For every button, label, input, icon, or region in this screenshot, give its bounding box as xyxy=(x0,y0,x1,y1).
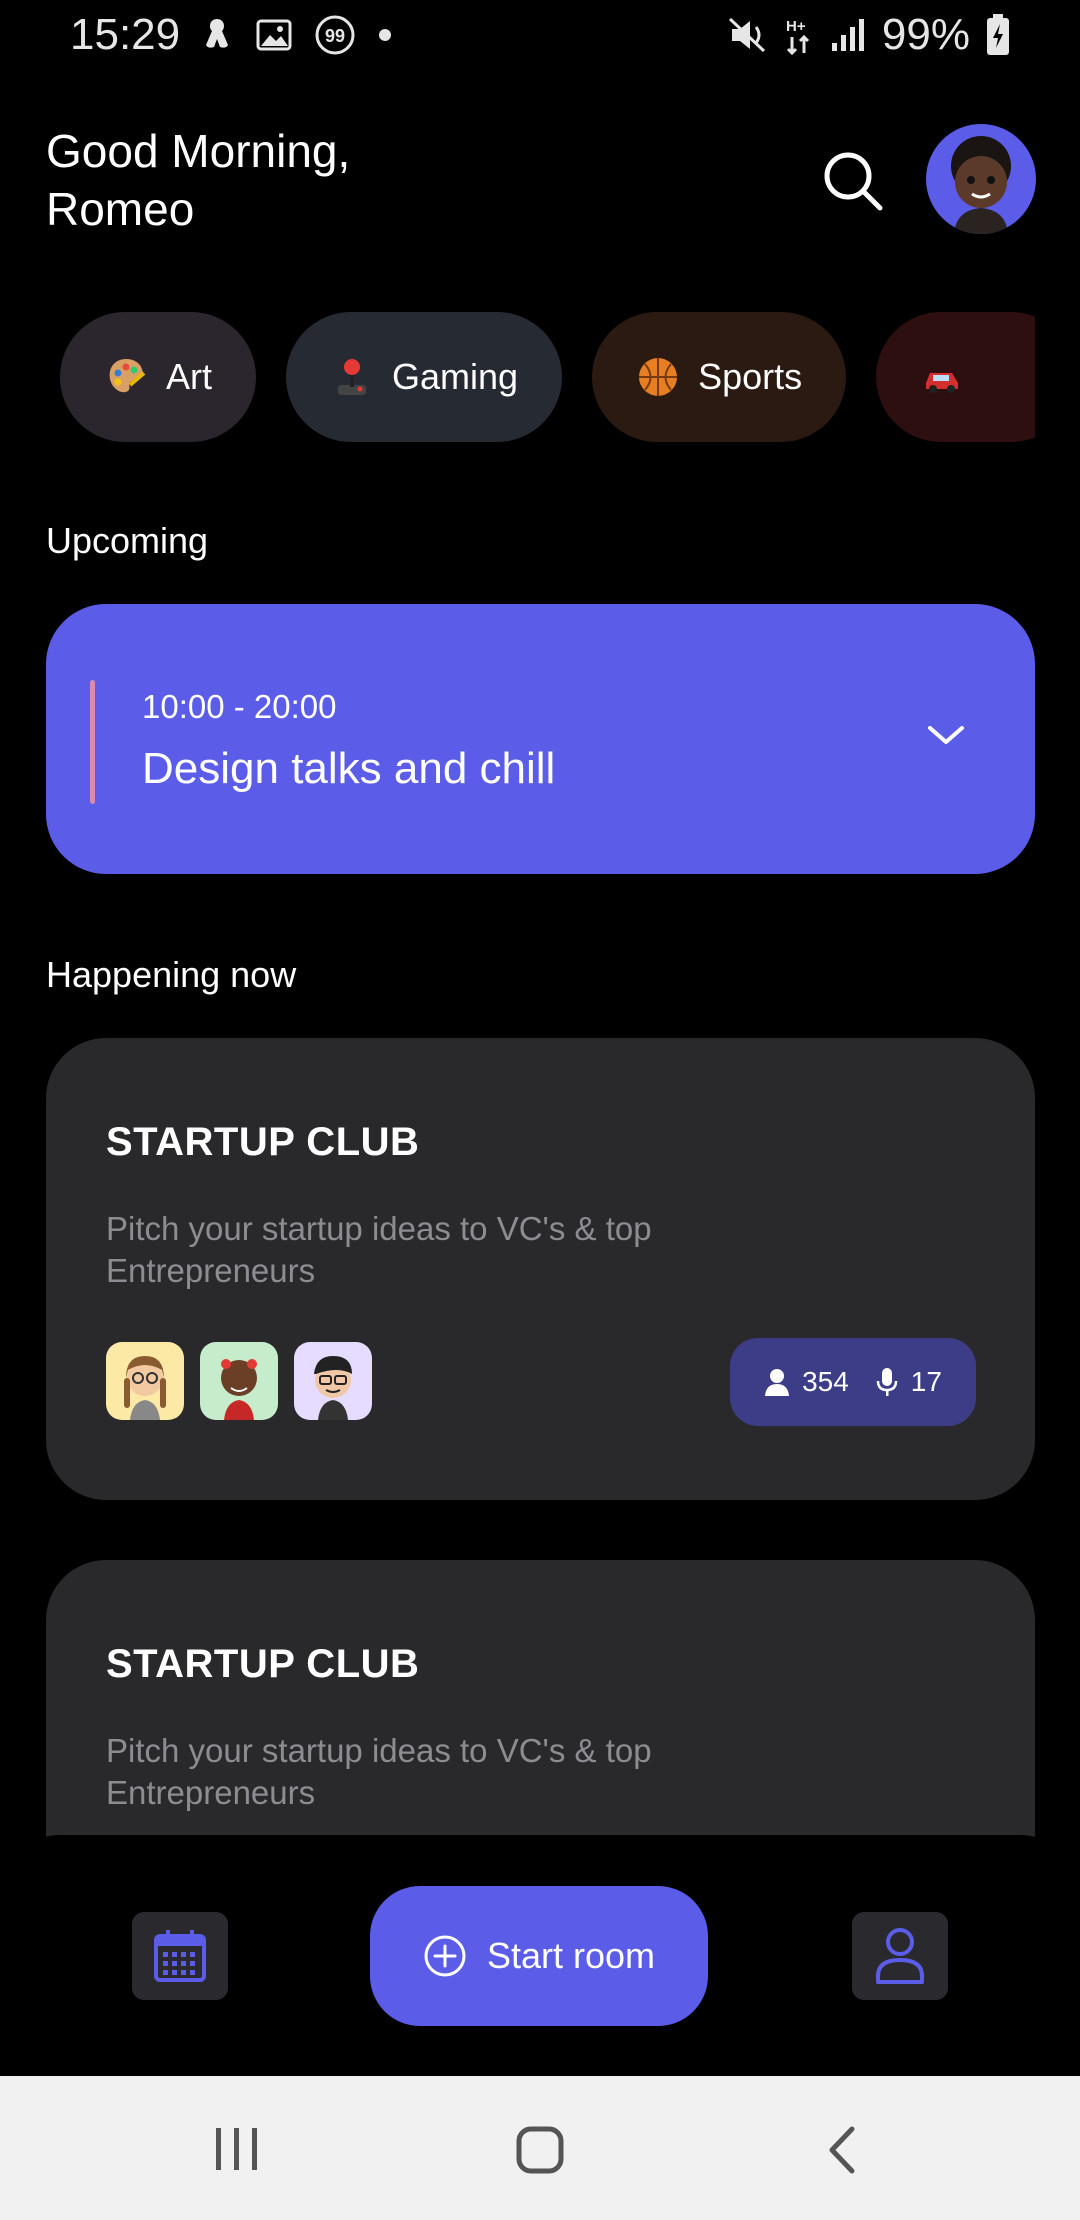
memoji-avatar-icon xyxy=(951,136,1011,234)
happening-now-title: Happening now xyxy=(46,954,297,995)
greeting: Good Morning, Romeo xyxy=(46,122,546,238)
greeting-name: Romeo xyxy=(46,183,195,235)
room-card[interactable]: STARTUP CLUB Pitch your startup ideas to… xyxy=(46,1038,1035,1500)
signal-icon xyxy=(831,19,864,51)
upcoming-title: Upcoming xyxy=(46,520,209,561)
category-label: Gaming xyxy=(392,356,519,397)
avatar[interactable] xyxy=(926,124,1036,234)
category-chip-art[interactable]: Art xyxy=(60,312,257,442)
room-title: STARTUP CLUB xyxy=(106,1642,420,1686)
room-participants xyxy=(106,1342,372,1420)
speaker-count: 17 xyxy=(910,1366,942,1397)
status-time: 15:29 xyxy=(70,10,181,59)
participant-avatar xyxy=(106,1342,184,1420)
start-room-label: Start room xyxy=(486,1935,656,1976)
battery-icon xyxy=(987,14,1009,55)
profile-button[interactable] xyxy=(852,1912,948,2000)
microphone-icon xyxy=(876,1368,898,1396)
profile-icon xyxy=(876,1928,924,1984)
back-icon[interactable] xyxy=(826,2126,856,2174)
battery-percent: 99% xyxy=(881,10,970,59)
calendar-button[interactable] xyxy=(132,1912,228,2000)
search-icon xyxy=(824,152,883,211)
category-label: Sports xyxy=(698,356,803,397)
svg-text:H+: H+ xyxy=(786,18,806,35)
joystick-icon xyxy=(338,359,367,395)
greeting-line1: Good Morning, xyxy=(46,125,351,177)
home-icon[interactable] xyxy=(516,2126,564,2174)
status-system-icons: H+ 99% xyxy=(728,10,1010,60)
listener-count: 354 xyxy=(802,1366,849,1397)
upcoming-event-card[interactable]: 10:00 - 20:00 Design talks and chill xyxy=(46,604,1035,874)
dot-icon xyxy=(379,29,391,41)
room-stats: 354 17 xyxy=(730,1338,976,1426)
svg-text:99: 99 xyxy=(325,26,345,46)
person-icon xyxy=(765,1369,790,1396)
room-title: STARTUP CLUB xyxy=(106,1120,420,1164)
category-chip-cars[interactable] xyxy=(876,312,1035,442)
start-room-button[interactable]: Start room xyxy=(370,1886,708,2026)
event-title: Design talks and chill xyxy=(142,744,556,793)
participant-avatar xyxy=(294,1342,372,1420)
search-button[interactable] xyxy=(820,148,886,214)
room-description: Pitch your startup ideas to VC's & top E… xyxy=(106,1732,652,1811)
event-time: 10:00 - 20:00 xyxy=(142,688,337,725)
calendar-icon xyxy=(154,1930,206,1982)
category-label: Art xyxy=(166,356,213,397)
chevron-down-icon[interactable] xyxy=(924,720,968,750)
plus-circle-icon xyxy=(424,1935,466,1977)
status-bar: 15:29 99 H+ 99% xyxy=(0,0,1080,72)
data-icon: H+ xyxy=(786,18,809,55)
basketball-icon xyxy=(639,358,678,396)
car-icon xyxy=(926,373,959,393)
notification-icon xyxy=(206,19,228,48)
status-notification-icons: 99 xyxy=(200,14,392,56)
gallery-icon xyxy=(256,19,292,51)
recent-apps-icon[interactable] xyxy=(214,2126,260,2172)
system-nav-bar xyxy=(0,2076,1080,2220)
category-chip-gaming[interactable]: Gaming xyxy=(286,312,563,442)
participant-avatar xyxy=(200,1342,278,1420)
mute-icon xyxy=(728,17,765,53)
event-accent-bar xyxy=(90,680,95,804)
badge-99-icon: 99 xyxy=(315,15,355,55)
category-chip-sports[interactable]: Sports xyxy=(592,312,847,442)
category-chips: Art Gaming Sports xyxy=(60,312,1035,442)
room-description: Pitch your startup ideas to VC's & top E… xyxy=(106,1210,652,1289)
palette-icon xyxy=(109,359,146,393)
